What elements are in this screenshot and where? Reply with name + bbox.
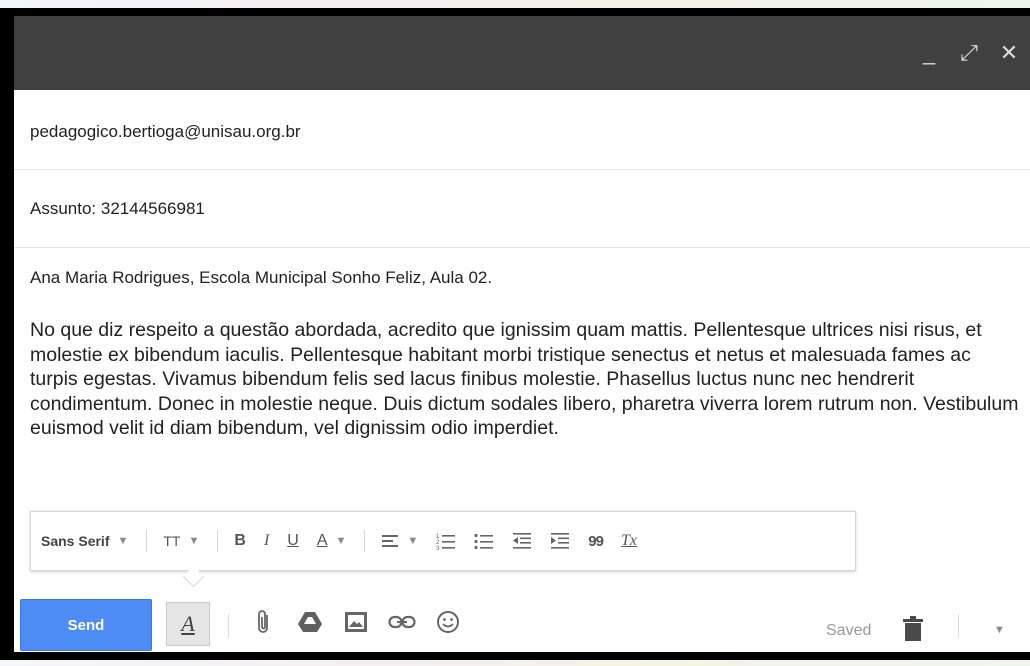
formatting-options-button[interactable]: A [166,602,210,646]
numbered-list-button[interactable]: 1 2 3 [436,532,456,550]
chevron-down-icon: ▼ [117,535,129,547]
save-status: Saved [826,622,872,639]
actions-divider [228,614,229,638]
bold-button[interactable]: B [234,532,246,550]
toolbar-divider [146,530,148,552]
paperclip-icon [258,610,268,633]
bulleted-list-icon [474,533,494,550]
font-size-select[interactable]: TT ▼ [163,533,199,549]
message-greeting: Ana Maria Rodrigues, Escola Municipal So… [30,268,493,287]
expand-icon[interactable]: ⤢ [958,42,980,64]
numbered-list-icon: 1 2 3 [436,534,456,550]
bold-icon: B [234,532,246,549]
underline-icon: U [287,532,299,549]
insert-drive-file-button[interactable] [296,608,324,636]
chevron-down-icon: ▼ [335,535,347,547]
text-color-icon: A [316,532,328,549]
svg-text:3: 3 [436,546,440,550]
remove-formatting-button[interactable]: Tx [621,532,637,550]
indent-less-button[interactable] [512,532,532,550]
font-size-icon: TT [163,533,181,549]
indent-more-button[interactable] [550,532,570,550]
send-button[interactable]: Send [20,599,152,651]
title-bar: _ ⤢ ✕ [14,16,1030,90]
font-family-label: Sans Serif [41,533,110,549]
google-drive-icon [298,612,322,632]
recipient-field[interactable]: pedagogico.bertioga@unisau.org.br [14,90,1030,170]
quote-button[interactable]: 99 [588,532,604,550]
italic-icon: I [263,532,270,549]
smiley-icon [437,611,459,633]
actions-divider [958,614,959,638]
insert-photo-button[interactable] [342,608,370,636]
text-color-select[interactable]: A ▼ [317,532,347,550]
more-options-chevron-icon[interactable]: ▼ [994,624,1005,636]
attach-files-button[interactable] [250,608,278,636]
minimize-icon[interactable]: _ [918,42,940,64]
toolbar-divider [217,530,219,552]
trash-icon[interactable] [902,616,924,642]
indent-more-icon [551,533,570,549]
photo-icon [345,612,367,632]
remove-formatting-icon: Tx [620,532,637,549]
message-paragraph: No que diz respeito a questão abordada, … [30,319,1019,439]
link-icon [388,615,416,629]
font-family-select[interactable]: Sans Serif ▼ [41,533,128,549]
window-controls: _ ⤢ ✕ [918,42,1020,64]
insert-emoji-button[interactable] [434,608,462,636]
bulleted-list-button[interactable] [474,532,494,550]
align-select[interactable]: ▼ [381,533,418,549]
insert-link-button[interactable] [388,608,416,636]
align-left-icon [382,535,399,547]
toolbar-divider [364,530,366,552]
quote-icon: 99 [588,532,604,550]
indent-less-icon [513,533,532,549]
underline-button[interactable]: U [287,532,299,550]
chevron-down-icon: ▼ [407,535,419,547]
chevron-down-icon: ▼ [188,535,200,547]
compose-window: _ ⤢ ✕ pedagogico.bertioga@unisau.org.br … [0,8,1030,660]
compose-actions-bar: Send A Saved ▼ [14,586,1030,652]
subject-field[interactable]: Assunto: 32144566981 [14,170,1030,248]
italic-button[interactable]: I [264,532,269,550]
close-icon[interactable]: ✕ [998,42,1020,64]
formatting-toolbar: Sans Serif ▼ TT ▼ B I U A ▼ ▼ 1 2 3 99 T… [30,511,856,571]
